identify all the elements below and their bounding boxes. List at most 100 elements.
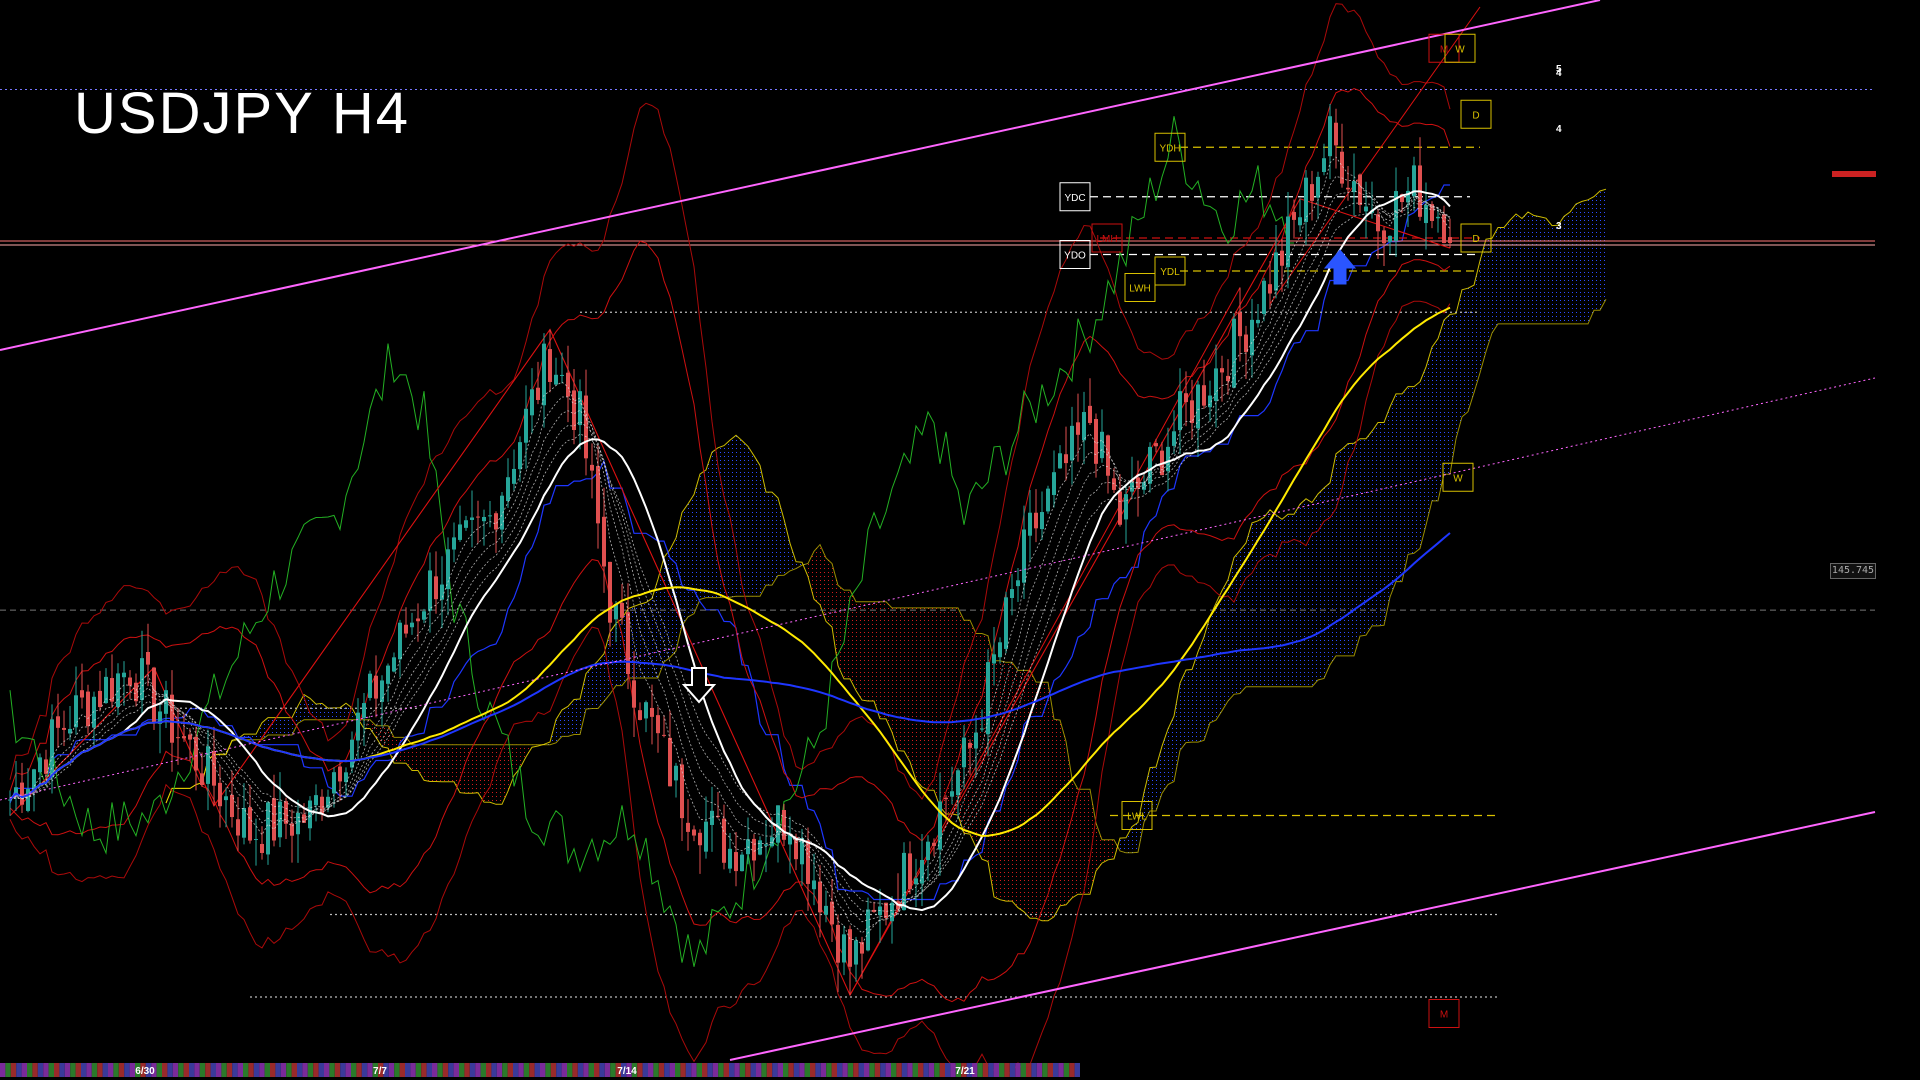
cloud-segment — [334, 707, 340, 720]
axis-strip-cell — [734, 1063, 740, 1077]
cloud-segment — [916, 607, 922, 787]
cloud-segment — [736, 435, 742, 597]
cloud-segment — [904, 607, 910, 762]
axis-strip-cell — [912, 1063, 918, 1077]
x-tick-label: 7/14 — [617, 1066, 637, 1077]
axis-strip-cell — [388, 1063, 395, 1077]
candle-body — [1100, 431, 1104, 459]
lwh-box-text: LWH — [1129, 284, 1150, 295]
candle-body — [1448, 237, 1452, 244]
price-chart[interactable]: YDHYDCYDOYDLLMHLWHLWLM WDDWM 6/30 7/7 7/14 7… — [0, 0, 1920, 1080]
candle-body — [56, 716, 60, 728]
candle-body — [1034, 512, 1038, 529]
axis-strip-cell — [637, 1063, 643, 1077]
axis-strip-cell — [664, 1063, 670, 1077]
axis-strip-cell — [907, 1063, 913, 1077]
axis-strip-cell — [1069, 1063, 1075, 1077]
axis-strip-cell — [885, 1063, 891, 1077]
cloud-segment — [1300, 498, 1306, 687]
axis-strip-cell — [113, 1063, 119, 1077]
candle-body — [1256, 319, 1260, 324]
axis-strip-cell — [475, 1063, 481, 1077]
axis-strip-cell — [64, 1063, 71, 1077]
cloud-segment — [1534, 215, 1540, 324]
candle-body — [980, 728, 984, 730]
axis-strip-cell — [826, 1063, 832, 1077]
cloud-segment — [502, 744, 508, 805]
candle-body — [890, 902, 894, 922]
d-box-2-text: D — [1472, 234, 1479, 245]
candle-body — [284, 801, 288, 824]
candle-body — [1088, 405, 1092, 423]
axis-strip-cell — [837, 1063, 843, 1077]
axis-strip-cell — [210, 1063, 216, 1077]
axis-strip-cell — [432, 1063, 438, 1077]
axis-strip-cell — [1015, 1063, 1021, 1077]
candle-body — [584, 395, 588, 459]
cloud-segment — [1066, 741, 1072, 905]
candle-body — [320, 796, 324, 814]
axis-strip-cell — [32, 1063, 38, 1077]
axis-strip-cell — [496, 1063, 503, 1077]
axis-strip-cell — [0, 1063, 6, 1077]
axis-strip-cell — [761, 1063, 767, 1077]
cloud-segment — [1120, 837, 1126, 853]
cloud-segment — [826, 557, 832, 627]
cloud-segment — [724, 440, 730, 598]
candle-body — [1442, 214, 1446, 244]
candle-body — [1244, 334, 1248, 353]
candle-body — [602, 516, 606, 567]
axis-strip-cell — [723, 1063, 729, 1077]
axis-strip-cell — [48, 1063, 54, 1077]
candle-body — [356, 712, 360, 741]
cloud-segment — [430, 744, 436, 782]
axis-strip-cell — [869, 1063, 875, 1077]
axis-strip-cell — [291, 1063, 297, 1077]
candle-body — [668, 737, 672, 787]
candle-body — [770, 837, 774, 847]
candle-body — [458, 524, 462, 540]
cloud-segment — [832, 563, 838, 666]
cloud-segment — [1042, 682, 1048, 921]
axis-strip-cell — [340, 1063, 346, 1077]
lmh-box: LMH — [1091, 223, 1123, 253]
candle-body — [368, 673, 372, 698]
cloud-segment — [1444, 314, 1450, 475]
candle-body — [1274, 252, 1278, 291]
cloud-segment — [1102, 839, 1108, 864]
candle-body — [728, 848, 732, 869]
axis-strip-cell — [459, 1063, 465, 1077]
candle-body — [398, 622, 402, 660]
axis-strip-cell — [982, 1063, 989, 1077]
price-marker-label: 145.745 — [1830, 563, 1876, 579]
cloud-segment — [784, 519, 790, 576]
time-axis: 6/30 7/7 7/14 7/21 — [0, 1063, 1080, 1077]
cloud-segment — [1312, 494, 1318, 687]
candle-body — [842, 934, 846, 963]
candle-body — [32, 769, 36, 789]
axis-strip-cell — [415, 1063, 422, 1077]
axis-strip-cell — [502, 1063, 508, 1077]
candle-body — [392, 657, 396, 672]
cloud-segment — [496, 744, 502, 805]
axis-strip-cell — [486, 1063, 492, 1077]
cloud-segment — [880, 601, 886, 719]
cloud-segment — [598, 653, 604, 709]
axis-strip-cell — [318, 1063, 324, 1077]
axis-strip-cell — [102, 1063, 108, 1077]
axis-strip-cell — [810, 1063, 816, 1077]
candle-body — [1352, 181, 1356, 193]
candle-body — [314, 795, 318, 806]
axis-strip-cell — [410, 1063, 416, 1077]
candle-body — [434, 576, 438, 600]
axis-strip-cell — [815, 1063, 821, 1077]
candle-body — [1316, 176, 1320, 198]
cloud-segment — [1132, 822, 1138, 853]
cloud-segment — [994, 660, 1000, 900]
axis-strip-cell — [464, 1063, 470, 1077]
axis-strip-cell — [772, 1063, 778, 1077]
x-tick-label: 7/7 — [373, 1066, 387, 1077]
axis-strip-cell — [858, 1063, 864, 1077]
axis-strip-cell — [874, 1063, 881, 1077]
axis-strip-cell — [750, 1063, 756, 1077]
